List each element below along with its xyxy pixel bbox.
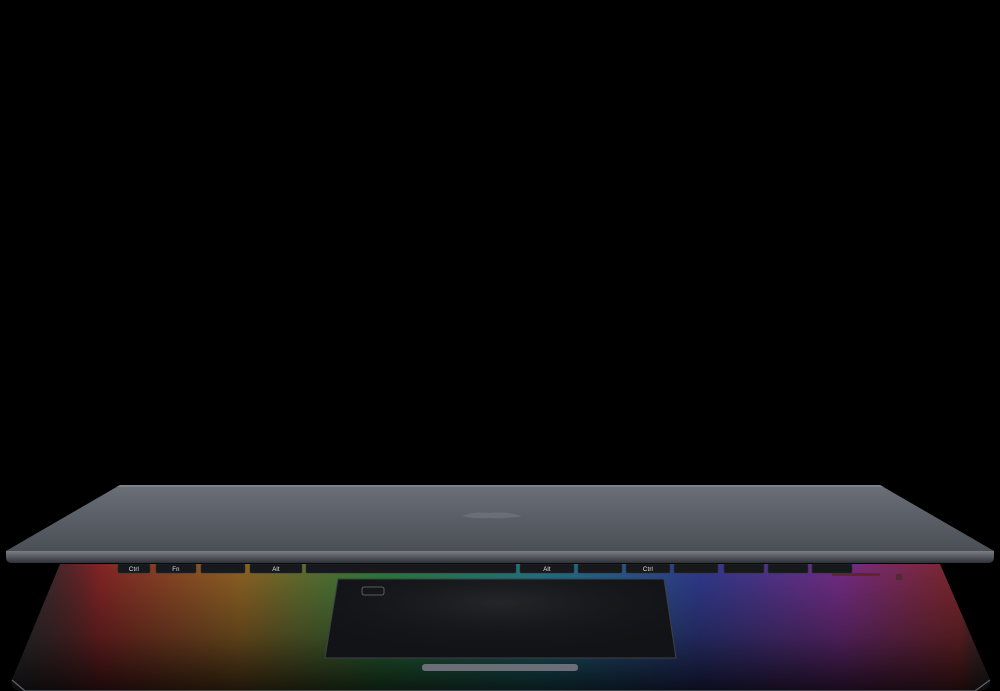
keycap [767, 563, 809, 574]
keycap [723, 563, 765, 574]
keycap-label: Ctrl [129, 567, 139, 573]
laptop-lid [6, 485, 994, 563]
keycap [305, 563, 517, 574]
front-lip [422, 664, 578, 671]
keyboard-bottom-row: Ctrl Fn Alt Alt Ctrl [117, 563, 853, 574]
keycap-label: Fn [172, 567, 179, 573]
photo-scene: Ctrl Fn Alt Alt Ctrl [0, 0, 1000, 691]
keycap [200, 563, 246, 574]
keycap [577, 563, 623, 574]
keycap [673, 563, 719, 574]
keycap-label: Ctrl [643, 567, 653, 573]
laptop-illustration: Ctrl Fn Alt Alt Ctrl [6, 485, 994, 691]
keycap-label: Alt [272, 567, 280, 573]
keycap-label: Alt [543, 567, 551, 573]
keycap [811, 563, 853, 574]
touchpad [324, 578, 677, 659]
